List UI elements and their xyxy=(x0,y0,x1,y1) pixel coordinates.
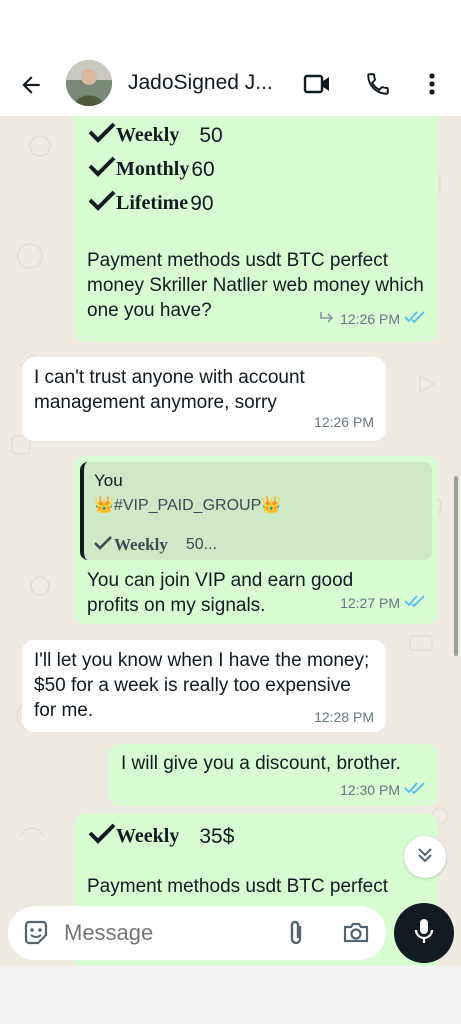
read-ticks-icon xyxy=(404,591,426,616)
scrollbar-thumb[interactable] xyxy=(454,476,458,656)
read-ticks-icon xyxy=(404,307,426,332)
chat-header: JadoSigned J... xyxy=(0,52,461,116)
phone-icon[interactable] xyxy=(362,68,394,100)
forwarded-icon xyxy=(318,307,336,332)
quote-line: 👑#VIP_PAID_GROUP👑 xyxy=(94,497,282,514)
video-call-icon[interactable] xyxy=(301,68,333,100)
plan-row: Weekly 35$ xyxy=(88,819,234,853)
scroll-to-bottom-button[interactable] xyxy=(404,836,446,878)
message-time: 12:26 PM xyxy=(340,311,400,327)
microphone-icon xyxy=(413,917,435,950)
message-time: 12:27 PM xyxy=(340,595,400,611)
system-navigation-bar xyxy=(0,966,461,1024)
read-ticks-icon xyxy=(404,778,426,803)
message-text: I can't trust anyone with account manage… xyxy=(34,367,305,413)
plan-value: 90 xyxy=(190,191,214,215)
plan-label: Monthly xyxy=(116,157,190,180)
plan-value: 60 xyxy=(191,157,215,181)
message-text: I will give you a discount, brother. xyxy=(121,753,401,774)
plan-value: 35$ xyxy=(199,824,235,848)
message-input[interactable] xyxy=(64,916,264,950)
checkmark-icon xyxy=(88,121,116,150)
plan-row: Weekly 50 xyxy=(88,118,223,152)
quote-author: You xyxy=(94,471,123,490)
arrow-left-icon[interactable] xyxy=(14,68,48,102)
quote-value: 50... xyxy=(185,536,217,553)
quote-label: Weekly xyxy=(114,535,168,554)
camera-icon[interactable] xyxy=(342,919,370,950)
plan-value: 50 xyxy=(199,123,223,147)
message-time: 12:30 PM xyxy=(340,782,400,798)
contact-name[interactable]: JadoSigned J... xyxy=(128,71,273,95)
chevron-double-down-icon xyxy=(415,845,435,870)
quote-line: Weekly 50... xyxy=(94,532,422,557)
message-bubble[interactable]: I'll let you know when I have the money;… xyxy=(22,640,386,732)
checkmark-icon xyxy=(88,155,116,184)
message-bubble[interactable]: I will give you a discount, brother. 12:… xyxy=(108,744,438,806)
chat-area[interactable]: Weekly 50 Monthly 60 Lifetime 90 Payment… xyxy=(0,116,461,966)
plan-label: Weekly xyxy=(116,824,180,847)
message-meta: 12:27 PM xyxy=(340,591,426,616)
message-meta: 12:28 PM xyxy=(314,705,374,730)
sticker-icon[interactable] xyxy=(22,919,50,952)
message-meta: 12:26 PM xyxy=(314,410,374,435)
message-bubble[interactable]: I can't trust anyone with account manage… xyxy=(22,357,386,441)
more-vertical-icon[interactable] xyxy=(416,68,448,100)
paperclip-icon[interactable] xyxy=(284,918,308,953)
avatar[interactable] xyxy=(66,60,112,106)
voice-message-button[interactable] xyxy=(394,903,454,963)
quoted-message[interactable]: You 👑#VIP_PAID_GROUP👑 Weekly 50... xyxy=(80,462,432,560)
message-time: 12:28 PM xyxy=(314,709,374,725)
status-bar xyxy=(0,0,461,52)
plan-label: Weekly xyxy=(116,123,180,146)
message-composer xyxy=(8,906,386,960)
plan-row: Monthly 60 xyxy=(88,152,223,186)
message-bubble[interactable]: You 👑#VIP_PAID_GROUP👑 Weekly 50... You c… xyxy=(74,456,438,624)
plan-label: Lifetime xyxy=(116,191,189,214)
checkmark-icon xyxy=(88,189,116,218)
checkmark-icon xyxy=(94,532,112,557)
message-meta: 12:30 PM xyxy=(340,778,426,803)
message-bubble[interactable]: Weekly 50 Monthly 60 Lifetime 90 Payment… xyxy=(74,116,438,342)
message-text: Payment methods usdt BTC perfect xyxy=(87,876,388,897)
plan-row: Lifetime 90 xyxy=(88,186,223,220)
message-time: 12:26 PM xyxy=(314,414,374,430)
message-meta: 12:26 PM xyxy=(318,307,426,332)
checkmark-icon xyxy=(88,822,116,851)
